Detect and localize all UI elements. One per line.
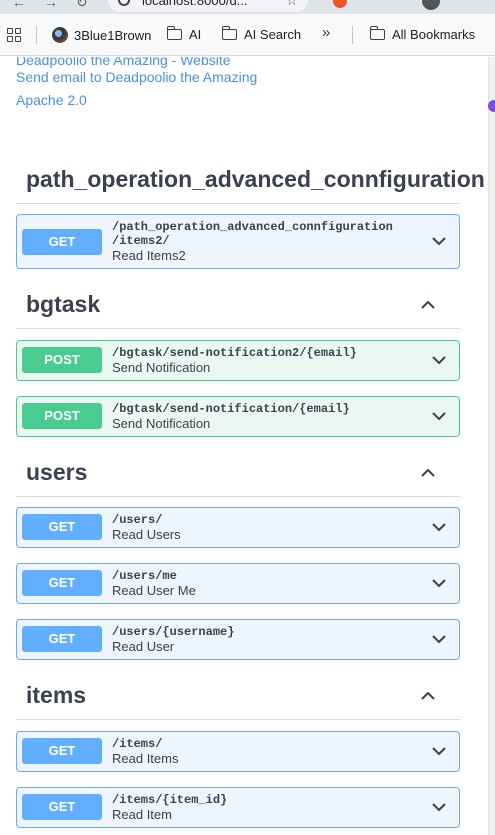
operation-post-send-notification[interactable]: POST /bgtask/send-notification/{email} S… [16,396,460,437]
bookmark-star-icon[interactable]: ☆ [285,0,298,9]
method-badge: POST [22,347,102,373]
bookmarks-divider [36,26,37,44]
folder-icon [369,26,385,40]
operation-summary: Read Item [112,807,172,822]
reload-icon[interactable]: ↻ [76,0,88,11]
method-badge: GET [22,570,102,596]
chevron-down-icon[interactable] [431,352,447,368]
bookmark-all-bookmarks[interactable]: All Bookmarks [369,26,476,42]
chevron-down-icon[interactable] [431,799,447,815]
bookmark-folder-ai-search[interactable]: AI Search [221,26,302,42]
operation-summary: Read Items2 [112,248,186,263]
extension-icon[interactable] [333,0,347,8]
tag-section-users[interactable]: users [16,453,460,497]
bookmark-label: All Bookmarks [392,27,476,42]
license-link[interactable]: Apache 2.0 [16,92,87,108]
operation-path: /users/ [112,513,163,527]
chevron-down-icon[interactable] [431,743,447,759]
operation-summary: Send Notification [112,360,211,375]
operation-get-item-by-id[interactable]: GET /items/{item_id} Read Item [16,787,460,828]
chevron-down-icon[interactable] [431,631,447,647]
method-badge: GET [22,794,102,820]
operation-summary: Read User [112,639,175,654]
tag-section-bgtask[interactable]: bgtask [16,285,460,329]
tag-title[interactable]: users [26,459,87,486]
operation-path: /items2/ [112,234,170,248]
method-badge: GET [22,626,102,652]
website-link[interactable]: Deadpoolio the Amazing - Website [16,57,231,68]
3blue1brown-logo-icon [52,27,68,43]
chevron-down-icon[interactable] [431,575,447,591]
bookmarks-bar: 3Blue1Brown AI AI Search » All Bookmarks [0,14,495,56]
operation-get-items[interactable]: GET /items/ Read Items [16,731,460,772]
chevron-up-icon[interactable] [420,688,436,704]
method-badge: GET [22,738,102,764]
address-bar[interactable]: localhost:8000/d... ☆ [108,0,308,12]
browser-tab-strip: ← → ↻ localhost:8000/d... ☆ [0,0,495,14]
tag-title[interactable]: path_operation_advanced_connfiguration [26,166,485,193]
address-url[interactable]: localhost:8000/d... [142,0,248,8]
tag-title[interactable]: items [26,682,86,709]
operation-summary: Read User Me [112,583,196,598]
operation-path: /users/me [112,569,177,583]
tag-title[interactable]: bgtask [26,291,100,318]
operation-path: /bgtask/send-notification2/{email} [112,346,357,360]
operation-path: /items/{item_id} [112,793,228,807]
profile-avatar[interactable] [422,0,440,10]
back-icon[interactable]: ← [12,0,26,10]
operation-get-items2[interactable]: GET /path_operation_advanced_connfigurat… [16,214,460,269]
chevron-down-icon[interactable] [431,233,447,249]
operation-get-users-me[interactable]: GET /users/me Read User Me [16,563,460,604]
method-badge: GET [22,229,102,255]
operation-path: /users/{username} [112,625,235,639]
method-badge: POST [22,403,102,429]
operation-path: /items/ [112,737,163,751]
apps-grid-icon[interactable] [7,28,21,42]
bookmark-label: AI [189,27,202,42]
site-info-icon[interactable] [118,0,130,6]
operation-path: /bgtask/send-notification/{email} [112,402,350,416]
folder-icon [221,26,237,40]
operation-path: /path_operation_advanced_connfiguration [112,220,393,234]
window-edge-scrollbar[interactable] [488,57,495,835]
operation-summary: Read Users [112,527,181,542]
chevron-down-icon[interactable] [431,519,447,535]
chevron-up-icon[interactable] [420,297,436,313]
bookmark-label: 3Blue1Brown [74,27,152,43]
tag-section-items[interactable]: items [16,676,460,720]
email-link[interactable]: Send email to Deadpoolio the Amazing [16,69,257,85]
operation-get-user-by-username[interactable]: GET /users/{username} Read User [16,619,460,660]
bookmark-3blue1brown[interactable]: 3Blue1Brown [52,27,151,43]
operation-summary: Read Items [112,751,179,766]
tag-section-path-operation[interactable]: path_operation_advanced_connfiguration [16,160,485,204]
swagger-page: Deadpoolio the Amazing - Website Send em… [0,57,488,835]
side-panel-indicator[interactable] [488,100,495,112]
bookmark-folder-ai[interactable]: AI [166,26,202,42]
chevron-up-icon[interactable] [420,465,436,481]
chevron-down-icon[interactable] [431,408,447,424]
forward-icon[interactable]: → [44,0,58,10]
bookmarks-divider [352,26,353,44]
bookmark-label: AI Search [244,27,302,42]
folder-icon [166,26,182,40]
bookmarks-overflow-icon[interactable]: » [322,24,330,41]
operation-get-users[interactable]: GET /users/ Read Users [16,507,460,548]
method-badge: GET [22,514,102,540]
operation-summary: Send Notification [112,416,211,431]
operation-post-send-notification2[interactable]: POST /bgtask/send-notification2/{email} … [16,340,460,381]
